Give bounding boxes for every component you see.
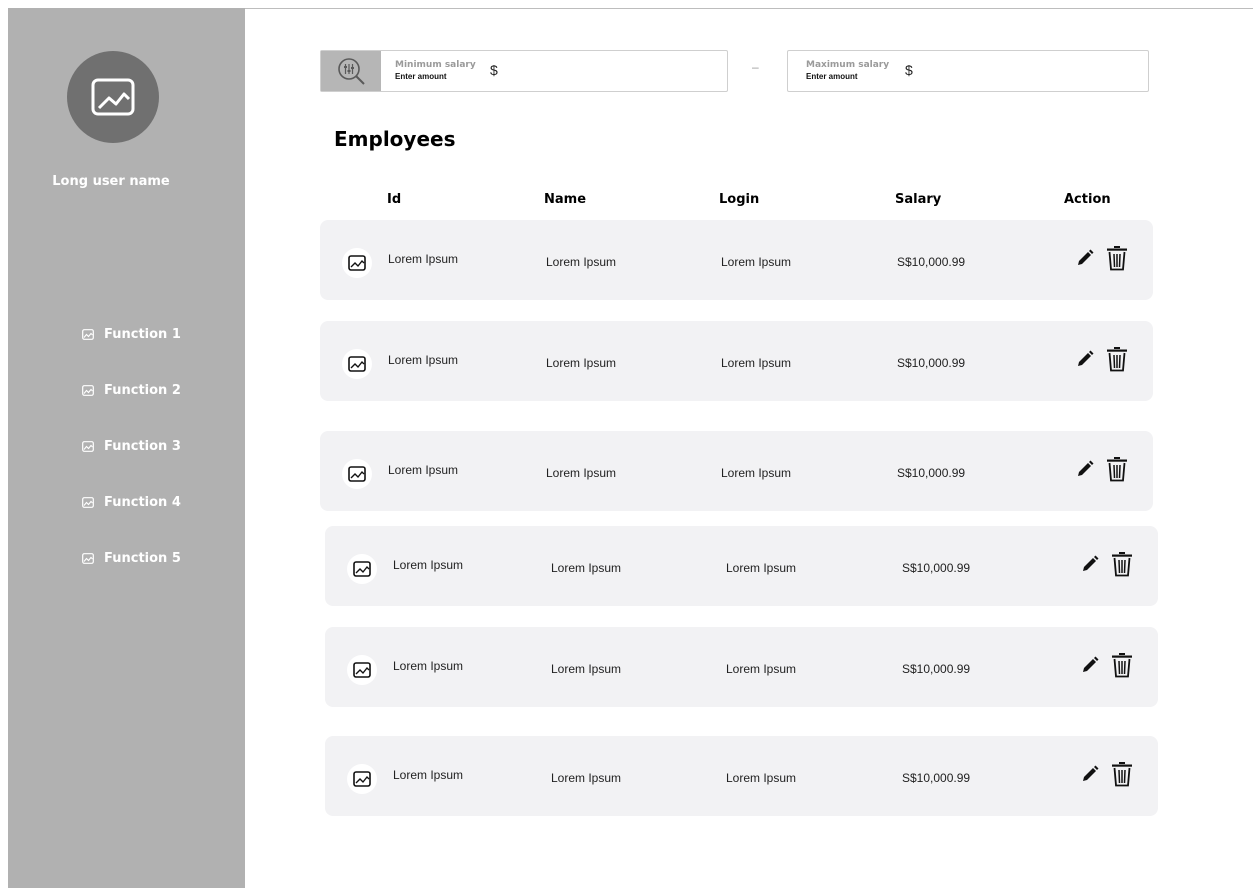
cell-login: Lorem Ipsum [721,466,792,480]
cell-id: Lorem Ipsum [388,353,459,367]
cell-id: Lorem Ipsum [393,558,464,572]
image-icon [348,255,366,271]
cell-id: Lorem Ipsum [388,252,459,266]
trash-icon[interactable] [1106,245,1128,271]
filter-search-button[interactable] [321,51,381,91]
min-salary-labels: Minimum salary Enter amount [395,60,476,82]
cell-name: Lorem Ipsum [546,356,617,370]
cell-name: Lorem Ipsum [551,662,622,676]
cell-name: Lorem Ipsum [546,466,617,480]
max-salary-labels: Maximum salary Enter amount [806,60,889,82]
cell-login: Lorem Ipsum [721,255,792,269]
pencil-icon[interactable] [1075,459,1095,479]
table-row[interactable]: Lorem Ipsum Lorem Ipsum Lorem Ipsum S$10… [325,627,1158,707]
sidebar-item-label: Function 4 [104,494,181,510]
sidebar-item-label: Function 1 [104,326,181,342]
max-salary-label: Maximum salary [806,60,890,70]
pencil-icon[interactable] [1080,554,1100,574]
range-separator: – [752,60,759,74]
min-salary-hint: Enter amount [395,72,447,81]
cell-name: Lorem Ipsum [551,771,622,785]
cell-salary: S$10,000.99 [897,255,966,269]
trash-icon[interactable] [1106,346,1128,372]
pencil-icon[interactable] [1080,655,1100,675]
cell-login: Lorem Ipsum [721,356,792,370]
cell-id: Lorem Ipsum [388,463,459,477]
column-header-login: Login [719,192,760,207]
cell-name: Lorem Ipsum [546,255,617,269]
cell-login: Lorem Ipsum [726,561,797,575]
image-icon [348,356,366,372]
cell-salary: S$10,000.99 [897,356,966,370]
image-icon [353,771,371,787]
cell-id: Lorem Ipsum [393,659,464,673]
image-icon [82,328,94,340]
max-salary-field[interactable]: Maximum salary Enter amount $ [787,50,1149,92]
min-salary-label: Minimum salary [395,60,476,70]
pencil-icon[interactable] [1075,349,1095,369]
pencil-icon[interactable] [1075,248,1095,268]
user-name: Long user name [52,174,170,189]
row-thumbnail [347,655,377,685]
sidebar-item-function-5[interactable]: Function 5 [82,548,181,568]
table-row[interactable]: Lorem Ipsum Lorem Ipsum Lorem Ipsum S$10… [325,736,1158,816]
row-thumbnail [342,349,372,379]
max-salary-hint: Enter amount [806,72,858,81]
column-header-salary: Salary [895,192,942,207]
trash-icon[interactable] [1111,551,1133,577]
image-icon [82,440,94,452]
cell-salary: S$10,000.99 [897,466,966,480]
sidebar: Long user name Function 1 Function 2 Fun… [8,8,245,888]
trash-icon[interactable] [1106,456,1128,482]
sidebar-item-label: Function 3 [104,438,181,454]
image-icon [82,384,94,396]
cell-login: Lorem Ipsum [726,662,797,676]
column-header-action: Action [1064,192,1111,207]
image-icon [348,466,366,482]
pencil-icon[interactable] [1080,764,1100,784]
row-thumbnail [342,459,372,489]
image-icon [353,561,371,577]
trash-icon[interactable] [1111,761,1133,787]
max-salary-currency: $ [905,62,913,78]
sidebar-item-function-1[interactable]: Function 1 [82,324,181,344]
row-thumbnail [347,764,377,794]
avatar[interactable] [67,51,159,143]
cell-login: Lorem Ipsum [726,771,797,785]
table-row[interactable]: Lorem Ipsum Lorem Ipsum Lorem Ipsum S$10… [320,431,1153,511]
min-salary-currency: $ [490,62,498,78]
row-thumbnail [347,554,377,584]
image-icon [82,496,94,508]
image-placeholder-icon [91,78,135,116]
cell-name: Lorem Ipsum [551,561,622,575]
cell-salary: S$10,000.99 [902,662,971,676]
filter-search-icon [338,58,365,85]
column-header-name: Name [544,192,587,207]
cell-salary: S$10,000.99 [902,771,971,785]
column-header-id: Id [387,192,402,207]
sidebar-item-function-2[interactable]: Function 2 [82,380,181,400]
row-thumbnail [342,248,372,278]
page-title: Employees [334,127,456,151]
image-icon [353,662,371,678]
cell-salary: S$10,000.99 [902,561,971,575]
table-row[interactable]: Lorem Ipsum Lorem Ipsum Lorem Ipsum S$10… [320,220,1153,300]
sidebar-item-label: Function 2 [104,382,181,398]
table-row[interactable]: Lorem Ipsum Lorem Ipsum Lorem Ipsum S$10… [325,526,1158,606]
sidebar-item-function-4[interactable]: Function 4 [82,492,181,512]
cell-id: Lorem Ipsum [393,768,464,782]
table-row[interactable]: Lorem Ipsum Lorem Ipsum Lorem Ipsum S$10… [320,321,1153,401]
sidebar-item-label: Function 5 [104,550,181,566]
trash-icon[interactable] [1111,652,1133,678]
min-salary-field[interactable]: Minimum salary Enter amount $ [320,50,728,92]
image-icon [82,552,94,564]
sidebar-item-function-3[interactable]: Function 3 [82,436,181,456]
